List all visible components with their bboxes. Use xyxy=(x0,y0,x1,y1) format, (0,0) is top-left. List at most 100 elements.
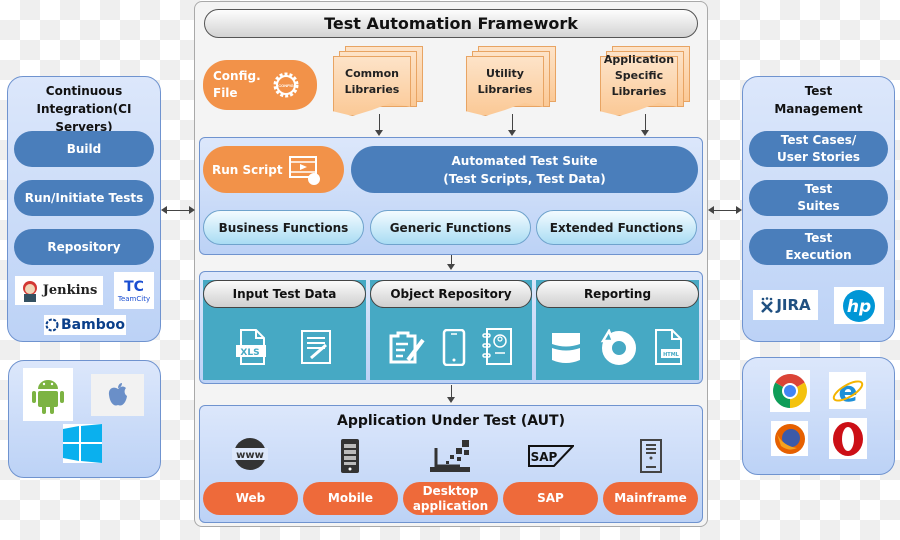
arrow-down-icon xyxy=(447,397,455,403)
internet-explorer-icon: e xyxy=(832,375,863,408)
run-initiate-tests-button[interactable]: Run/Initiate Tests xyxy=(14,180,154,216)
tab-reporting[interactable]: Reporting xyxy=(536,280,699,308)
aut-title: Application Under Test (AUT) xyxy=(336,413,565,429)
html-label: HTML xyxy=(663,352,680,358)
library-label: Common Libraries xyxy=(333,56,411,108)
sap-logo-icon: SAP xyxy=(528,445,574,467)
test-management-title: Test Management xyxy=(742,82,895,118)
business-functions-button[interactable]: Business Functions xyxy=(203,210,364,245)
arrow-down-icon xyxy=(447,264,455,270)
ie-logo: e xyxy=(829,372,866,409)
arrow-left-icon xyxy=(161,206,167,214)
form-edit-icon xyxy=(389,331,425,364)
library-label: Application Specific Libraries xyxy=(600,50,678,102)
chrome-icon xyxy=(773,374,807,408)
tab-input-test-data[interactable]: Input Test Data xyxy=(203,280,366,308)
svg-text:e: e xyxy=(838,375,857,408)
teamcity-mark: TC xyxy=(124,278,144,295)
ci-title-line1: Continuous xyxy=(45,84,123,98)
library-label-line: Common xyxy=(345,67,399,80)
html-file-icon: HTML xyxy=(655,329,682,365)
automated-test-suite[interactable]: Automated Test Suite (Test Scripts, Test… xyxy=(351,146,698,193)
build-button[interactable]: Build xyxy=(14,131,154,167)
automated-suite-title: Automated Test Suite xyxy=(451,153,598,168)
config-label-line2: File xyxy=(213,86,238,100)
tm-button-line: Test Cases/ xyxy=(780,133,857,147)
config-label-line1: Config. xyxy=(213,69,261,83)
laptop-icon xyxy=(430,440,470,472)
repository-button[interactable]: Repository xyxy=(14,229,154,265)
library-common[interactable]: Common Libraries xyxy=(333,46,423,118)
teamcity-label: TeamCity xyxy=(117,294,151,303)
xls-label: XLS xyxy=(240,348,259,358)
library-label-line: Libraries xyxy=(344,83,400,96)
aut-desktop-button[interactable]: Desktop application xyxy=(403,482,498,515)
library-application-specific[interactable]: Application Specific Libraries xyxy=(600,46,690,118)
database-icon xyxy=(552,333,580,363)
config-label: Config. File xyxy=(213,68,261,102)
ci-title: Continuous Integration(CI Servers) xyxy=(7,82,161,136)
aut-web-button[interactable]: Web xyxy=(203,482,298,515)
tm-button-line: Execution xyxy=(785,248,852,262)
arrow-left-icon xyxy=(708,206,714,214)
bamboo-icon xyxy=(45,318,59,332)
aut-mainframe-button[interactable]: Mainframe xyxy=(603,482,698,515)
arrow-down-icon xyxy=(375,130,383,136)
aut-label: Mobile xyxy=(327,491,374,505)
tab-object-repository[interactable]: Object Repository xyxy=(370,280,532,308)
library-label-line: Libraries xyxy=(611,85,667,98)
firefox-logo xyxy=(771,421,808,456)
android-icon xyxy=(32,379,64,414)
opera-icon xyxy=(833,421,863,456)
library-label-line: Application xyxy=(603,53,675,66)
bamboo-label: Bamboo xyxy=(61,317,125,333)
tm-title-line2: Management xyxy=(774,102,863,116)
run-script-label: Run Script xyxy=(212,162,283,177)
tm-title-line1: Test xyxy=(804,84,833,98)
tm-button-line: Suites xyxy=(797,199,840,213)
extended-functions-button[interactable]: Extended Functions xyxy=(536,210,697,245)
generic-functions-button[interactable]: Generic Functions xyxy=(370,210,531,245)
www-label: www xyxy=(236,450,264,461)
address-book-icon xyxy=(482,328,512,365)
library-utility[interactable]: Utility Libraries xyxy=(466,46,556,118)
framework-title: Test Automation Framework xyxy=(204,9,698,38)
chrome-logo xyxy=(770,370,810,412)
bamboo-logo: Bamboo xyxy=(44,315,126,335)
tm-button-line: User Stories xyxy=(776,150,861,164)
browsers-panel xyxy=(742,357,895,475)
aut-label: Desktop xyxy=(422,483,479,498)
config-icon-text: CONFIG xyxy=(278,83,294,88)
aut-label: application xyxy=(412,498,489,513)
windows-icon xyxy=(63,424,102,463)
server-tower-icon xyxy=(640,439,662,473)
firefox-icon xyxy=(774,423,805,454)
library-label-line: Utility xyxy=(486,67,524,80)
aut-label: Mainframe xyxy=(614,491,687,505)
test-cases-user-stories-button[interactable]: Test Cases/User Stories xyxy=(749,131,888,167)
aut-label: SAP xyxy=(537,491,564,505)
mobile-device-icon xyxy=(341,439,359,473)
android-logo xyxy=(23,368,73,421)
run-script-button[interactable]: Run Script xyxy=(203,146,344,193)
hp-logo: hp xyxy=(834,287,884,324)
arrow-down-icon xyxy=(508,130,516,136)
aut-sap-button[interactable]: SAP xyxy=(503,482,598,515)
config-file-button[interactable]: Config. File CONFIG xyxy=(203,60,317,110)
windows-logo xyxy=(63,424,102,463)
arrow-down-icon xyxy=(641,130,649,136)
www-globe-icon: www xyxy=(232,438,268,470)
test-suites-button[interactable]: Test Suites xyxy=(749,180,888,216)
xls-file-icon: XLS xyxy=(236,329,266,365)
apple-icon xyxy=(108,383,127,406)
jira-label: JIRA xyxy=(776,296,811,314)
jenkins-icon xyxy=(22,280,37,302)
aut-mobile-button[interactable]: Mobile xyxy=(303,482,398,515)
arrow-right-icon xyxy=(189,206,195,214)
test-execution-button[interactable]: Test Execution xyxy=(749,229,888,265)
aut-label: Web xyxy=(235,491,266,505)
opera-logo xyxy=(829,418,867,459)
jenkins-logo: Jenkins xyxy=(15,276,103,305)
mobile-phone-icon xyxy=(442,329,466,366)
jira-icon xyxy=(761,297,774,313)
